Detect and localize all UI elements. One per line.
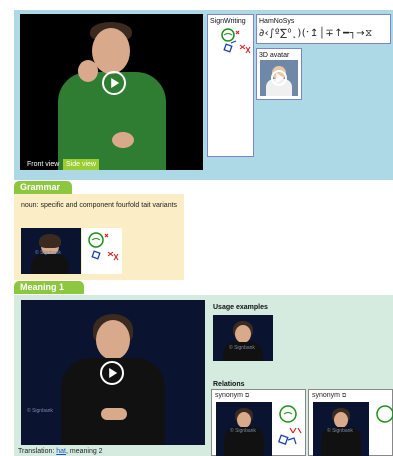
translation-suffix: , meaning 2 [66,448,103,455]
avatar-panel: 3D avatar [256,48,302,100]
translation-prefix: Translation: [18,448,57,455]
synonym-video-watermark: © Signbank [327,428,353,434]
hamnosys-panel: HamNoSys ∂‹∫º∑⁰˛)(ˑ↥│∓↑━┐→⧖ [256,14,391,44]
external-link-icon[interactable]: ⧉ [245,393,249,399]
play-icon[interactable] [102,71,126,95]
usage-example-video[interactable]: © Signbank [213,315,273,361]
grammar-video-watermark: © Signbank [35,250,61,256]
usage-examples-title: Usage examples [213,304,268,311]
signwriting-title: SignWriting [210,18,246,25]
meaning-video-watermark: © Signbank [27,408,53,414]
synonym-signwriting-icon [376,405,393,423]
synonym-card[interactable]: synonym ⧉ © Signbank [308,389,393,456]
synonym-signwriting-icon [277,405,302,445]
avatar-play-icon[interactable] [271,70,287,86]
main-sign-video[interactable] [20,14,203,170]
grammar-description: noun: specific and component fourfold ta… [21,202,178,209]
grammar-variant-video[interactable]: © Signbank [21,228,81,274]
signwriting-glyph-icon[interactable] [216,27,252,61]
side-view-button[interactable]: Side view [63,159,99,170]
grammar-signwriting-icon [88,232,119,261]
translation-link[interactable]: hat [56,448,66,455]
meaning-tab[interactable]: Meaning 1 [14,281,84,294]
grammar-signwriting [82,228,122,274]
usage-video-watermark: © Signbank [229,345,255,351]
avatar-video[interactable] [260,60,298,96]
meaning-play-icon[interactable] [100,361,124,385]
hamnosys-notation: ∂‹∫º∑⁰˛)(ˑ↥│∓↑━┐→⧖ [259,28,373,39]
front-view-button[interactable]: Front view [24,159,62,170]
relations-title: Relations [213,381,245,388]
hamnosys-title: HamNoSys [259,18,295,25]
external-link-icon[interactable]: ⧉ [342,393,346,399]
synonym-video[interactable]: © Signbank [313,402,369,456]
meaning-sign-video[interactable]: © Signbank [21,300,205,445]
synonym-video-watermark: © Signbank [230,428,256,434]
translation-text: Translation: hat, meaning 2 [18,447,103,456]
synonym-card[interactable]: synonym ⧉ © Signbank [211,389,306,456]
synonym-label: synonym ⧉ [215,392,250,399]
synonym-label: synonym ⧉ [312,392,347,399]
synonym-video[interactable]: © Signbank [216,402,272,456]
avatar-title: 3D avatar [259,52,290,59]
grammar-tab[interactable]: Grammar [14,181,72,194]
signwriting-panel: SignWriting [207,14,254,157]
